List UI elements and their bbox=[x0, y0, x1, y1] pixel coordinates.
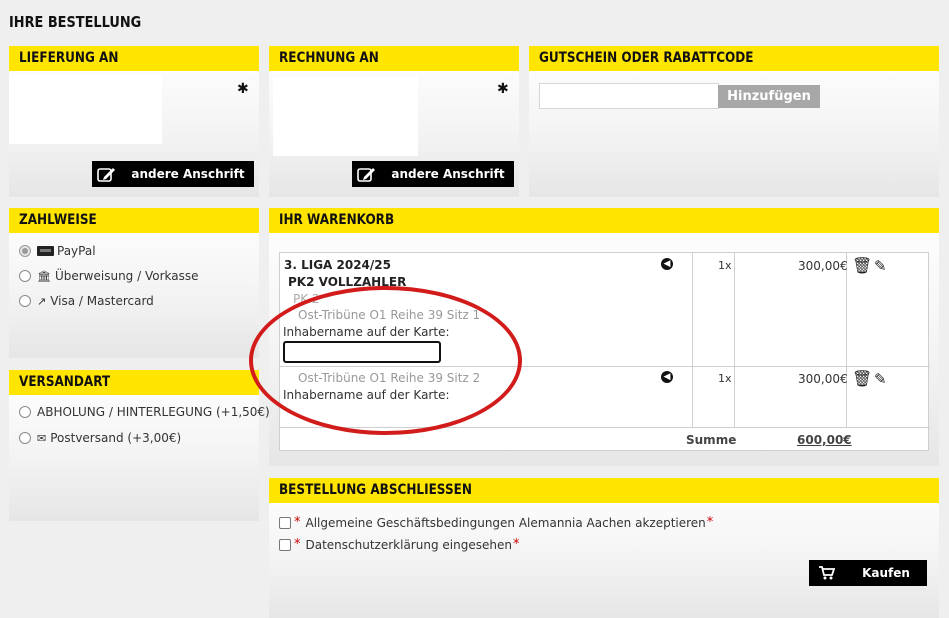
cart-item-holder-label: Inhabername auf der Karte: bbox=[283, 325, 450, 339]
terms-label: Allgemeine Geschäftsbedingungen Alemanni… bbox=[305, 515, 706, 530]
gear-icon[interactable]: ✱ bbox=[497, 82, 509, 96]
delivery-heading: LIEFERUNG AN bbox=[9, 46, 259, 71]
privacy-checkbox[interactable] bbox=[279, 538, 291, 551]
billing-panel: RECHNUNG AN ✱ andere Anschrift bbox=[269, 46, 519, 197]
shipping-option-label: ABHOLUNG / HINTERLEGUNG (+1,50€) bbox=[37, 405, 270, 419]
post-radio[interactable] bbox=[19, 432, 31, 444]
coupon-input[interactable] bbox=[539, 83, 719, 109]
cart-item-seat: Ost-Tribüne O1 Reihe 39 Sitz 2 bbox=[298, 371, 481, 385]
gear-icon[interactable]: ✱ bbox=[237, 82, 249, 96]
trash-icon[interactable]: 🗑 bbox=[852, 256, 872, 275]
arrow-left-icon[interactable]: ◀ bbox=[661, 258, 673, 270]
delivery-change-address-label: andere Anschrift bbox=[131, 167, 245, 181]
billing-change-address-button[interactable]: andere Anschrift bbox=[352, 161, 514, 187]
cart-item-seat: Ost-Tribüne O1 Reihe 39 Sitz 1 bbox=[298, 308, 481, 322]
buy-label: Kaufen bbox=[862, 566, 910, 580]
coupon-panel: GUTSCHEIN ODER RABATTCODE Hinzufügen bbox=[529, 46, 939, 197]
delivery-change-address-button[interactable]: andere Anschrift bbox=[92, 161, 254, 187]
payment-option-transfer[interactable]: 🏛 Überweisung / Vorkasse bbox=[19, 269, 199, 283]
terms-checkbox[interactable] bbox=[279, 516, 291, 529]
cart-sum-value: 600,00€ bbox=[797, 433, 852, 447]
checkout-heading: BESTELLUNG ABSCHLIESSEN bbox=[269, 478, 939, 503]
card-radio[interactable] bbox=[19, 295, 31, 307]
cart-event-title: 3. LIGA 2024/25 bbox=[284, 258, 391, 272]
bank-icon: 🏛 bbox=[37, 269, 51, 283]
billing-address bbox=[273, 77, 418, 156]
required-marker: * bbox=[294, 537, 301, 552]
cart-sum-label: Summe bbox=[686, 433, 737, 447]
edit-icon[interactable]: ✎ bbox=[874, 370, 887, 388]
cart-table: 3. LIGA 2024/25 PK2 VOLLZAHLER PK 2 Ost-… bbox=[279, 252, 930, 451]
checkout-panel: BESTELLUNG ABSCHLIESSEN * Allgemeine Ges… bbox=[269, 478, 939, 618]
pickup-radio[interactable] bbox=[19, 406, 31, 418]
edit-icon bbox=[352, 166, 382, 183]
cart-category: PK2 VOLLZAHLER bbox=[288, 275, 407, 289]
required-marker: * bbox=[512, 537, 520, 552]
shipping-option-label: Postversand (+3,00€) bbox=[50, 431, 182, 445]
cart-price-group: PK 2 bbox=[293, 292, 320, 306]
paypal-radio[interactable] bbox=[19, 245, 31, 257]
payment-option-card[interactable]: ↗ Visa / Mastercard bbox=[19, 294, 154, 308]
privacy-label: Datenschutzerklärung eingesehen bbox=[305, 537, 512, 552]
shipping-option-post[interactable]: ✉ Postversand (+3,00€) bbox=[19, 431, 181, 445]
shipping-heading: VERSANDART bbox=[9, 370, 259, 395]
edit-icon bbox=[92, 166, 122, 183]
cart-item-price: 300,00€ bbox=[798, 372, 848, 386]
buy-button[interactable]: Kaufen bbox=[809, 560, 927, 586]
transfer-radio[interactable] bbox=[19, 270, 31, 282]
edit-icon[interactable]: ✎ bbox=[874, 257, 887, 275]
required-marker: * bbox=[706, 515, 714, 530]
cart-item-price: 300,00€ bbox=[798, 259, 848, 273]
billing-heading: RECHNUNG AN bbox=[269, 46, 519, 71]
shipping-option-pickup[interactable]: ABHOLUNG / HINTERLEGUNG (+1,50€) bbox=[19, 405, 270, 419]
external-link-icon: ↗ bbox=[37, 294, 47, 308]
holder-name-input[interactable] bbox=[283, 341, 441, 363]
payment-option-label: Überweisung / Vorkasse bbox=[54, 269, 199, 283]
page-title: IHRE BESTELLUNG bbox=[9, 13, 142, 31]
delivery-panel: LIEFERUNG AN ✱ andere Anschrift bbox=[9, 46, 259, 197]
cart-item-qty: 1x bbox=[718, 259, 732, 272]
billing-change-address-label: andere Anschrift bbox=[391, 167, 505, 181]
cart-item-holder-label: Inhabername auf der Karte: bbox=[283, 388, 450, 402]
cart-heading: IHR WARENKORB bbox=[269, 208, 939, 233]
coupon-heading: GUTSCHEIN ODER RABATTCODE bbox=[529, 46, 939, 71]
terms-checkbox-row[interactable]: * Allgemeine Geschäftsbedingungen Aleman… bbox=[279, 515, 718, 530]
paypal-icon bbox=[37, 246, 54, 256]
shipping-panel: VERSANDART ABHOLUNG / HINTERLEGUNG (+1,5… bbox=[9, 370, 270, 521]
arrow-left-icon[interactable]: ◀ bbox=[661, 371, 673, 383]
required-marker: * bbox=[294, 515, 301, 530]
payment-option-label: PayPal bbox=[57, 244, 96, 258]
privacy-checkbox-row[interactable]: * Datenschutzerklärung eingesehen * bbox=[279, 537, 524, 552]
envelope-icon: ✉ bbox=[37, 431, 47, 445]
payment-panel: ZAHLWEISE PayPal 🏛 Überweisung / Vorkass… bbox=[9, 208, 259, 358]
trash-icon[interactable]: 🗑 bbox=[852, 369, 872, 388]
shopping-cart-icon bbox=[809, 566, 845, 580]
payment-option-paypal[interactable]: PayPal bbox=[19, 244, 96, 258]
delivery-address bbox=[9, 75, 162, 144]
coupon-add-button[interactable]: Hinzufügen bbox=[718, 85, 820, 108]
payment-option-label: Visa / Mastercard bbox=[50, 294, 154, 308]
payment-heading: ZAHLWEISE bbox=[9, 208, 259, 233]
cart-item-qty: 1x bbox=[718, 372, 732, 385]
